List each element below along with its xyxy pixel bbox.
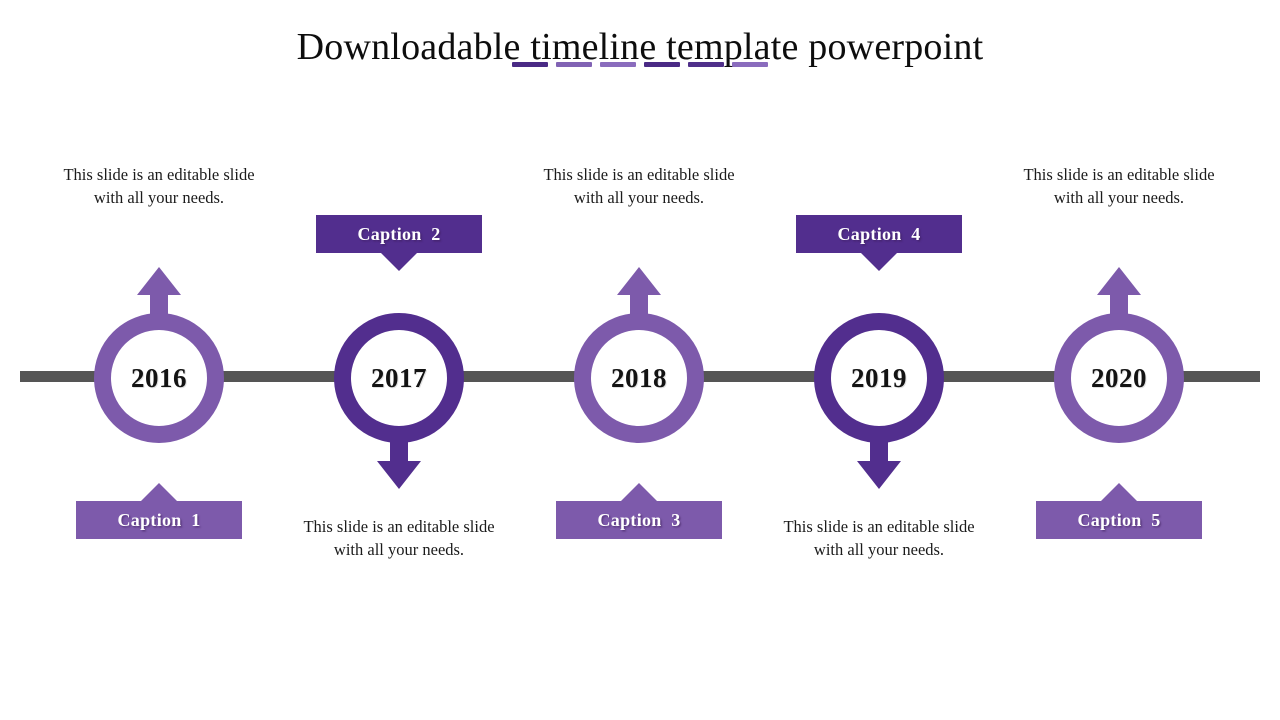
description-text-1: This slide is an editable slide with all… — [63, 165, 255, 208]
year-label: 2020 — [1091, 362, 1147, 393]
caption-box-2[interactable]: Caption 2 — [316, 215, 482, 271]
caption-tail-2 — [381, 253, 417, 271]
caption-tail-3 — [621, 483, 657, 501]
year-circle-2020[interactable]: 2020 — [1054, 313, 1184, 443]
title-dash-2 — [556, 62, 592, 67]
year-circle-2017[interactable]: 2017 — [334, 313, 464, 443]
caption-box-1[interactable]: Caption 1 — [76, 483, 242, 539]
caption-label: Caption 4 — [837, 223, 921, 244]
year-circle-2016[interactable]: 2016 — [94, 313, 224, 443]
year-circle-2019[interactable]: 2019 — [814, 313, 944, 443]
title-dash-3 — [600, 62, 636, 67]
caption-label: Caption 2 — [357, 223, 441, 244]
year-circle-2018[interactable]: 2018 — [574, 313, 704, 443]
title-dash-6 — [732, 62, 768, 67]
year-label: 2017 — [371, 362, 427, 393]
year-label: 2016 — [131, 362, 187, 393]
timeline-node-2017[interactable]: 2017 — [331, 313, 467, 489]
year-label: 2018 — [611, 362, 667, 393]
caption-label: Caption 1 — [117, 509, 201, 530]
caption-tail-4 — [861, 253, 897, 271]
timeline-node-2020[interactable]: 2020 — [1051, 267, 1187, 443]
timeline-node-2019[interactable]: 2019 — [811, 313, 947, 489]
caption-tail-5 — [1101, 483, 1137, 501]
description-text-2: This slide is an editable slide with all… — [303, 517, 495, 560]
caption-box-4[interactable]: Caption 4 — [796, 215, 962, 271]
timeline-slide: Downloadable timeline template powerpoin… — [0, 0, 1280, 720]
year-label: 2019 — [851, 362, 907, 393]
caption-box-3[interactable]: Caption 3 — [556, 483, 722, 539]
title-underline-dashes — [0, 62, 1280, 67]
description-text-5: This slide is an editable slide with all… — [1023, 165, 1215, 208]
caption-label: Caption 3 — [597, 509, 681, 530]
title-dash-4 — [644, 62, 680, 67]
title-dash-5 — [688, 62, 724, 67]
title-dash-1 — [512, 62, 548, 67]
description-text-3: This slide is an editable slide with all… — [543, 165, 735, 208]
caption-label: Caption 5 — [1077, 509, 1161, 530]
timeline-node-2018[interactable]: 2018 — [571, 267, 707, 443]
description-text-4: This slide is an editable slide with all… — [783, 517, 975, 560]
caption-tail-1 — [141, 483, 177, 501]
caption-box-5[interactable]: Caption 5 — [1036, 483, 1202, 539]
timeline-node-2016[interactable]: 2016 — [91, 267, 227, 443]
